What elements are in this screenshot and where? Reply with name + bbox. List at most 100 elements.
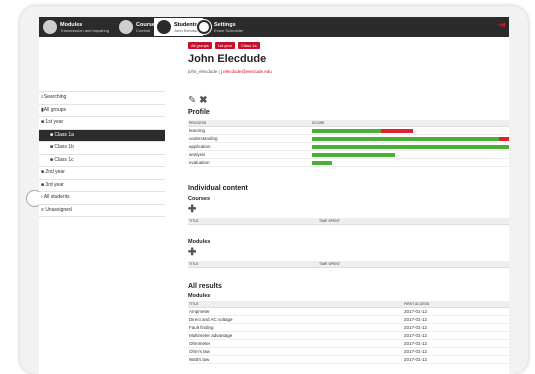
gear-icon (197, 20, 211, 34)
profile-row-label: analysis (189, 152, 206, 157)
score-bar-green (312, 161, 332, 165)
results-table-header: TITLE FIRST ACCESS (188, 301, 509, 308)
result-first-access: 2017-01-12 (404, 341, 428, 346)
students-icon (157, 20, 171, 34)
modules-icon (43, 20, 57, 34)
results-modules-heading: Modules (188, 293, 211, 299)
sidebar-item-label: Class 1a (54, 131, 74, 138)
col-title: TITLE (189, 219, 199, 223)
col-score: SCORE (312, 121, 325, 125)
result-row[interactable]: Multimeter advantage 2017-01-12 (188, 332, 509, 340)
logout-icon[interactable]: ⇥ (497, 21, 506, 31)
result-first-access: 2017-01-12 (404, 325, 428, 330)
result-first-access: 2017-01-12 (404, 317, 428, 322)
modules-table-header: TITLE TIME SPENT (188, 261, 509, 268)
sidebar-item-unassigned[interactable]: ≡ Unassigned (39, 205, 165, 217)
sidebar-item-class-1a[interactable]: ■ Class 1a (39, 129, 165, 142)
profile-row-label: understanding (189, 136, 218, 141)
pencil-icon[interactable]: ✎ (188, 95, 196, 106)
add-module-button[interactable]: ✚ (188, 248, 196, 258)
score-bar-red (499, 137, 509, 141)
result-row[interactable]: Direct and AC voltage 2017-01-12 (188, 316, 509, 324)
nav-settings-subtitle: Exam Scheduler (214, 27, 244, 33)
result-title: Ampmeter (189, 309, 210, 314)
sidebar-item-all-students[interactable]: › All students (39, 192, 165, 205)
sidebar-item-label: 2nd year (45, 169, 65, 175)
result-title: Fault finding (189, 325, 214, 330)
sidebar-item-label: Class 1b (54, 144, 74, 150)
courses-table-header: TITLE TIME SPENT (188, 218, 509, 225)
sidebar-item-1st-year[interactable]: ■ 1st year (39, 117, 165, 130)
profile-row: application (188, 143, 509, 151)
plus-icon: ✚ (188, 204, 197, 215)
profile-row: understanding (188, 135, 509, 143)
student-email[interactable]: j.elecdude@electude.edu (221, 69, 272, 74)
result-title: Ohmmeter (189, 341, 211, 346)
result-row[interactable]: Ohmmeter 2017-01-12 (188, 340, 509, 348)
top-navigation: Modules Transmission and Impairing Course… (39, 17, 509, 37)
sidebar-item-2nd-year[interactable]: ■ 2nd year (39, 167, 165, 180)
nav-courses[interactable]: Courses Combat (119, 19, 158, 35)
result-row[interactable]: Fault finding 2017-01-12 (188, 324, 509, 332)
result-first-access: 2017-01-12 (404, 357, 428, 362)
sidebar-item-all-groups[interactable]: ▮All groups (39, 105, 165, 117)
close-icon[interactable]: ✖ (199, 95, 207, 106)
result-first-access: 2017-01-12 (404, 309, 428, 314)
score-bar-green (312, 145, 509, 149)
student-username: john_elecdude (188, 69, 218, 74)
result-title: Ohm's law (189, 349, 210, 354)
breadcrumb-class-1a[interactable]: Class 1a (238, 42, 260, 49)
student-name: John Elecdude (188, 53, 267, 65)
score-bar-green (312, 137, 499, 141)
result-first-access: 2017-01-12 (404, 333, 428, 338)
score-bar-red (381, 129, 413, 133)
profile-row: evaluation (188, 159, 509, 167)
breadcrumb-all-groups[interactable]: All groups (188, 42, 212, 49)
breadcrumb: All groups 1st year Class 1a (188, 42, 260, 49)
sidebar-item-class-1c[interactable]: ■ Class 1c (39, 155, 165, 167)
individual-content-heading: Individual content (188, 185, 248, 192)
sidebar-item-label: All groups (43, 106, 66, 113)
sidebar-item-label: 1st year (45, 119, 64, 125)
student-info: john_elecdude | j.elecdude@electude.edu (188, 69, 272, 74)
sidebar-item-label: All students (43, 194, 70, 200)
result-row[interactable]: Ampmeter 2017-01-12 (188, 308, 509, 316)
all-results-heading: All results (188, 283, 222, 290)
student-actions: ✎ ✖ (188, 95, 208, 106)
profile-row-label: learning (189, 128, 206, 133)
sidebar-item-class-1b[interactable]: ■ Class 1b (39, 142, 165, 155)
sidebar-item-3rd-year[interactable]: ■ 3rd year (39, 180, 165, 192)
add-course-button[interactable]: ✚ (188, 205, 196, 215)
group-sidebar: ⌕Searching ▮All groups ■ 1st year ■ Clas… (39, 91, 165, 217)
sidebar-item-searching[interactable]: ⌕Searching (39, 91, 165, 105)
profile-table: PROCESS SCORE learning understanding appli… (188, 120, 509, 167)
app-screen: Modules Transmission and Impairing Course… (39, 17, 509, 374)
score-bar-green (312, 129, 381, 133)
col-time-spent: TIME SPENT (319, 219, 341, 223)
sidebar-item-label: 3rd year (45, 181, 64, 188)
modules-table: TITLE TIME SPENT (188, 261, 509, 268)
nav-settings[interactable]: Settings Exam Scheduler (197, 19, 243, 35)
plus-icon: ✚ (188, 247, 197, 258)
profile-table-header: PROCESS SCORE (188, 120, 509, 127)
profile-row-label: evaluation (189, 160, 210, 165)
courses-heading: Courses (188, 196, 211, 202)
modules-heading: Modules (188, 239, 211, 245)
col-process: PROCESS (189, 121, 207, 125)
profile-row-label: application (189, 144, 211, 149)
result-title: Multimeter advantage (189, 333, 233, 338)
results-table: TITLE FIRST ACCESS Ampmeter 2017-01-12 Dir… (188, 301, 509, 364)
result-row[interactable]: Ohm's law 2017-01-12 (188, 348, 509, 356)
col-time-spent: TIME SPENT (319, 262, 341, 266)
sidebar-item-label: Searching (43, 94, 67, 100)
courses-table: TITLE TIME SPENT (188, 218, 509, 225)
nav-modules[interactable]: Modules Transmission and Impairing (43, 19, 109, 35)
courses-icon (119, 20, 133, 34)
sidebar-item-label: Class 1c (54, 156, 74, 163)
result-row[interactable]: Watt's law 2017-01-12 (188, 356, 509, 364)
result-first-access: 2017-01-12 (404, 349, 428, 354)
breadcrumb-1st-year[interactable]: 1st year (214, 42, 236, 49)
profile-heading: Profile (188, 109, 210, 116)
col-title: TITLE (189, 262, 199, 266)
result-title: Watt's law (189, 357, 210, 362)
